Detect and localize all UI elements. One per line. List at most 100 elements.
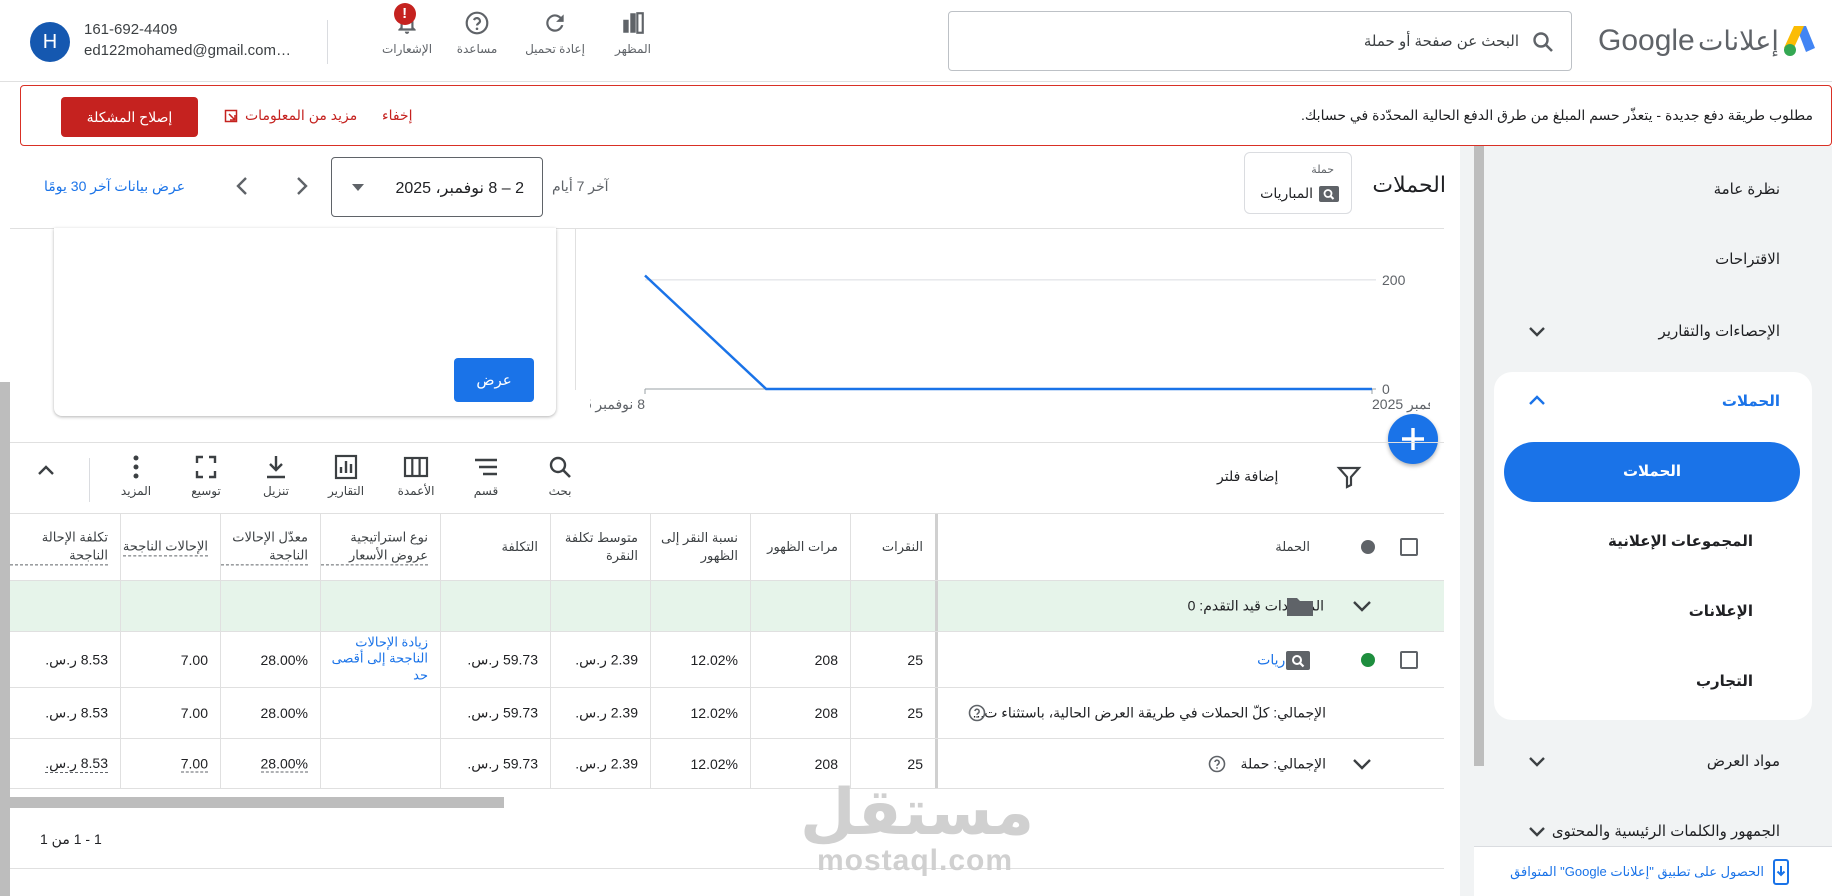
google-ads-brand[interactable]: Google إعلانات	[1595, 20, 1825, 60]
create-campaign-button[interactable]	[1388, 414, 1438, 464]
sidebar-scrollbar[interactable]	[1474, 146, 1484, 766]
column-header-cost-per-conv[interactable]: تكلفة الإحالة الناجحة	[10, 514, 120, 580]
watermark-logo: مستقل mostaql.com	[800, 776, 1035, 878]
row-checkbox[interactable]	[1400, 651, 1418, 669]
next-period-button[interactable]	[292, 174, 312, 198]
account-avatar[interactable]: H	[30, 22, 70, 62]
columns-button[interactable]: الأعمدة	[384, 454, 448, 498]
sidebar-item-campaigns-active[interactable]: الحملات	[1504, 442, 1800, 502]
sidebar-item-audience-keywords[interactable]: الجمهور والكلمات الرئيسية والمحتوى	[1552, 822, 1780, 840]
total-all-label: الإجمالي: كلّ الحملات في طريقة العرض الح…	[972, 704, 1326, 721]
chevron-down-icon[interactable]	[1526, 322, 1548, 342]
add-filter-button[interactable]: إضافة فلتر	[1217, 468, 1278, 485]
status-header-icon	[1361, 540, 1375, 554]
table-row[interactable]: 8.53 ر.س. 7.00 28.00% زيادة الإحالات الن…	[10, 631, 1444, 687]
collapse-button[interactable]	[14, 454, 78, 478]
page-title: الحملات	[1372, 172, 1446, 197]
sidebar-item-ad-groups[interactable]: المجموعات الإعلانية	[1608, 532, 1753, 550]
filter-icon[interactable]	[1336, 464, 1362, 490]
column-header-cost[interactable]: التكلفة	[440, 514, 550, 580]
column-header-bid-strategy[interactable]: نوع استراتيجية عروض الأسعار	[320, 514, 440, 580]
last-30-days-link[interactable]: عرض بيانات آخر 30 يومًا	[44, 178, 185, 195]
left-scrollbar[interactable]	[0, 382, 10, 896]
sidebar-item-insights-reports[interactable]: الإحصاءات والتقارير	[1659, 322, 1780, 340]
refresh-icon	[520, 10, 590, 36]
campaign-search-icon	[1319, 185, 1339, 202]
status-enabled-icon[interactable]	[1361, 653, 1375, 667]
previous-period-button[interactable]	[232, 174, 252, 198]
table-search-button[interactable]: بحث	[528, 454, 592, 498]
campaign-name: المباريات	[1260, 185, 1313, 201]
dropdown-arrow-icon	[352, 184, 364, 191]
bid-strategy-link[interactable]: زيادة الإحالات الناجحة إلى أقصى حد	[328, 634, 428, 685]
account-email: ed122mohamed@gmail.com…	[84, 42, 291, 59]
refresh-button[interactable]: إعادة تحميل	[520, 10, 590, 66]
more-info-link[interactable]: مزيد من المعلومات	[224, 107, 357, 124]
view-card: عرض	[54, 228, 556, 416]
google-ads-logo-icon	[1782, 22, 1818, 58]
get-app-link[interactable]: الحصول على تطبيق "إعلانات Google" المتوا…	[1510, 864, 1764, 880]
search-input[interactable]: البحث عن صفحة أو حملة	[948, 11, 1572, 71]
total-campaign-row: 8.53 ر.س. 7.00 28.00% 59.73 ر.س. 2.39 ر.…	[10, 738, 1444, 789]
column-header-impressions[interactable]: مرات الظهور	[750, 514, 850, 580]
column-header-avg-cpc[interactable]: متوسط تكلفة النقرة	[550, 514, 650, 580]
date-range-picker[interactable]: 2 – 8 نوفمبر، 2025	[331, 157, 543, 217]
sidebar-item-campaigns-section[interactable]: الحملات	[1722, 392, 1780, 410]
brand-google-text: Google	[1598, 24, 1695, 57]
watermark-arabic: مستقل	[800, 776, 1035, 848]
reports-button[interactable]: التقارير	[314, 454, 378, 498]
chart-x-tick: 2 نوفمبر 2025	[1372, 396, 1430, 413]
account-id: 161-692-4409	[84, 21, 178, 38]
expand-button[interactable]: توسيع	[174, 454, 238, 498]
sidebar-item-recommendations[interactable]: الاقتراحات	[1715, 250, 1780, 268]
more-info-label: مزيد من المعلومات	[245, 107, 358, 123]
column-header-clicks[interactable]: النقرات	[850, 514, 935, 580]
appearance-button[interactable]: المظهر	[598, 10, 668, 66]
drafts-row[interactable]: المسودات قيد التقدم: 0	[10, 580, 1444, 631]
phone-icon	[1772, 859, 1790, 885]
chevron-right-icon	[292, 174, 312, 198]
column-header-ctr[interactable]: نسبة النقر إلى الظهور	[650, 514, 750, 580]
segment-button[interactable]: قسم	[454, 454, 518, 498]
column-header-conversions[interactable]: الإحالات الناجحة	[120, 514, 220, 580]
help-icon[interactable]	[1208, 755, 1226, 773]
performance-chart: 200 02 نوفمبر 2025 8 نوفمبر 2025	[590, 272, 1430, 413]
more-button[interactable]: المزيد	[104, 454, 168, 498]
notification-badge: !	[393, 3, 416, 25]
reports-label: التقارير	[327, 484, 365, 498]
sidebar-item-assets[interactable]: مواد العرض	[1707, 752, 1780, 770]
chevron-down-icon[interactable]	[1350, 595, 1374, 617]
help-icon[interactable]	[968, 704, 986, 722]
campaign-type-label: حملة	[1311, 164, 1334, 176]
notifications-button[interactable]: ! الإشعارات	[372, 3, 442, 66]
get-app-bar[interactable]: الحصول على تطبيق "إعلانات Google" المتوا…	[1474, 846, 1832, 896]
sidebar-item-experiments[interactable]: التجارب	[1696, 672, 1753, 690]
toolbar-separator	[89, 458, 90, 502]
download-button[interactable]: تنزيل	[244, 454, 308, 498]
chevron-down-icon[interactable]	[1526, 752, 1548, 772]
columns-icon	[384, 454, 448, 480]
appearance-icon	[598, 10, 668, 36]
view-button[interactable]: عرض	[454, 358, 534, 402]
more-label: المزيد	[120, 484, 152, 498]
sidebar-item-overview[interactable]: نظرة عامة	[1714, 180, 1780, 198]
date-preset-label: آخر 7 أيام	[552, 178, 609, 194]
horizontal-scrollbar[interactable]	[10, 797, 504, 808]
sidebar-item-ads[interactable]: الإعلانات	[1689, 602, 1753, 620]
campaign-selector[interactable]: حملة المباريات	[1244, 152, 1352, 214]
select-all-checkbox[interactable]	[1400, 538, 1418, 556]
chevron-up-icon[interactable]	[1526, 390, 1548, 410]
total-campaign-label: الإجمالي: حملة	[1240, 755, 1327, 771]
folder-icon	[1286, 595, 1314, 617]
notifications-label: الإشعارات	[381, 42, 433, 56]
chevron-down-icon[interactable]	[1350, 753, 1374, 775]
fix-problem-button[interactable]: إصلاح المشكلة	[61, 97, 198, 137]
content-bottom-divider	[10, 868, 1444, 869]
chart-x-tick: 8 نوفمبر 2025	[590, 396, 645, 413]
help-button[interactable]: مساعدة	[442, 10, 512, 66]
pagination-text: 1 - 1 من 1	[40, 831, 102, 847]
dismiss-link[interactable]: إخفاء	[382, 107, 412, 124]
column-header-conv-rate[interactable]: معدّل الإحالات الناجحة	[220, 514, 320, 580]
chart-y-tick: 200	[1382, 272, 1406, 288]
chevron-down-icon[interactable]	[1526, 822, 1548, 842]
